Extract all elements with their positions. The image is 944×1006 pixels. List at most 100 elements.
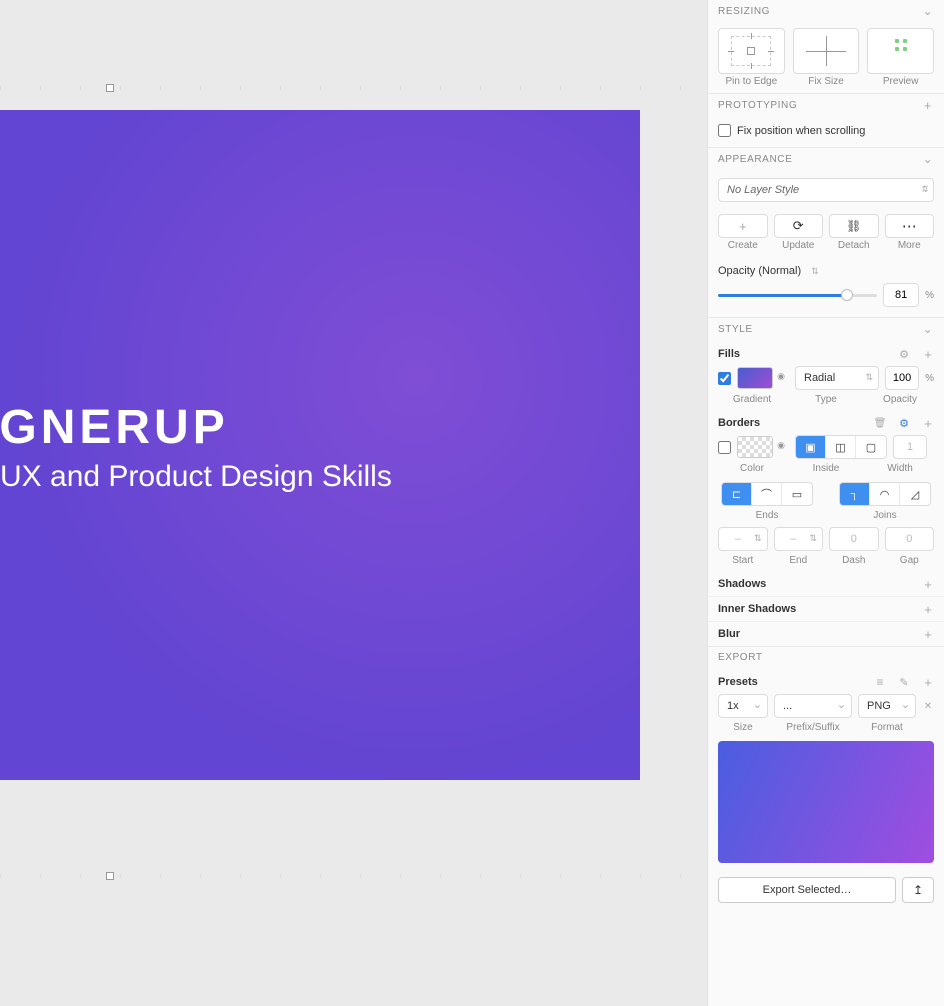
artboard[interactable]: ESIGNERUP UX and Product Design Skills [0,110,640,780]
start-value: – [735,533,741,545]
end-label: End [789,555,807,566]
updown-icon[interactable]: ⇅ [811,266,819,277]
border-position-segmented[interactable] [795,435,887,459]
chevron-down-icon[interactable] [922,5,934,17]
fix-scroll-label: Fix position when scrolling [737,125,865,137]
border-gap-input[interactable] [885,527,935,551]
chevron-down-icon[interactable] [922,323,934,335]
pencil-icon[interactable] [898,676,910,688]
share-button[interactable] [902,877,934,903]
selection-handle[interactable] [106,84,114,92]
plus-icon [737,220,749,232]
remove-preset-icon[interactable] [922,700,934,712]
pin-to-edge-button[interactable] [718,28,785,74]
opacity-slider[interactable] [718,294,877,297]
percent-label: % [925,373,934,384]
selection-handle[interactable] [106,872,114,880]
logo-text: ESIGNERUP [0,400,229,455]
border-width-input[interactable] [893,435,927,459]
section-appearance[interactable]: APPEARANCE [708,147,944,170]
section-title: EXPORT [718,652,763,663]
border-center[interactable] [826,436,856,458]
type-label: Type [815,394,837,405]
section-title: STYLE [718,324,753,335]
gear-icon[interactable] [898,417,910,429]
gradient-label: Gradient [733,394,771,405]
section-prototyping[interactable]: PROTOTYPING [708,93,944,116]
border-end-select[interactable]: – [774,527,824,551]
style-more-button[interactable] [885,214,935,238]
cap-square[interactable] [782,483,812,505]
join-bevel[interactable] [900,483,930,505]
border-outside[interactable] [856,436,886,458]
export-button[interactable]: Export Selected… [718,877,896,903]
section-style[interactable]: STYLE [708,317,944,340]
preview-label: Preview [883,76,919,87]
more-icon [902,217,917,235]
gradient-swatch[interactable]: ◉ [737,367,773,389]
fix-size-icon [806,36,846,66]
borders-heading: Borders [718,417,760,429]
export-prefix-select[interactable]: ... [774,694,852,718]
export-button-label: Export Selected… [763,884,852,896]
section-title: APPEARANCE [718,154,792,165]
sliders-icon[interactable] [874,676,886,688]
add-border-icon[interactable] [922,417,934,429]
slider-thumb[interactable] [841,289,853,301]
add-blur-icon[interactable] [922,628,934,640]
border-color-swatch[interactable]: ◉ [737,436,773,458]
gear-icon[interactable] [898,348,910,360]
border-ends-segmented[interactable] [721,482,813,506]
prefix-label: Prefix/Suffix [786,722,839,733]
format-label: Format [871,722,903,733]
export-preview [718,741,934,863]
fix-size-button[interactable] [793,28,860,74]
add-preset-icon[interactable] [922,676,934,688]
style-create-button[interactable] [718,214,768,238]
fill-type-value: Radial [804,372,835,384]
export-size-select[interactable]: 1x [718,694,768,718]
cap-round[interactable] [752,483,782,505]
join-round[interactable] [870,483,900,505]
resize-preview-button[interactable] [867,28,934,74]
gap-label: Gap [900,555,919,566]
chevron-down-icon[interactable] [922,153,934,165]
style-detach-button[interactable] [829,214,879,238]
prefix-value: ... [783,700,792,712]
style-update-button[interactable] [774,214,824,238]
section-title: RESIZING [718,6,770,17]
add-icon[interactable] [922,99,934,111]
width-label: Width [887,463,913,474]
opacity-input[interactable] [883,283,919,307]
add-inner-shadow-icon[interactable] [922,603,934,615]
fix-scroll-checkbox[interactable] [718,124,731,137]
section-resizing[interactable]: RESIZING [708,0,944,22]
border-start-select[interactable]: – [718,527,768,551]
cap-butt[interactable] [722,483,752,505]
join-miter[interactable] [840,483,870,505]
opacity-mode-label[interactable]: Opacity (Normal) [718,265,801,277]
export-format-select[interactable]: PNG [858,694,916,718]
size-label: Size [733,722,752,733]
border-inside[interactable] [796,436,826,458]
fill-enabled-checkbox[interactable] [718,372,731,385]
section-export[interactable]: EXPORT [708,646,944,668]
create-label: Create [728,240,758,251]
shadows-heading: Shadows [718,578,766,590]
border-dash-input[interactable] [829,527,879,551]
layer-style-select[interactable]: No Layer Style [718,178,934,202]
border-enabled-checkbox[interactable] [718,441,731,454]
detach-label: Detach [838,240,870,251]
pin-label: Pin to Edge [725,76,777,87]
eyedropper-icon[interactable]: ◉ [777,371,785,382]
end-value: – [790,533,796,545]
fixsize-label: Fix Size [808,76,844,87]
add-shadow-icon[interactable] [922,578,934,590]
canvas-area[interactable]: ESIGNERUP UX and Product Design Skills [0,0,707,1006]
eyedropper-icon[interactable]: ◉ [777,440,785,451]
fill-opacity-input[interactable] [885,366,919,390]
fill-type-select[interactable]: Radial [795,366,879,390]
trash-icon[interactable] [874,417,886,429]
add-fill-icon[interactable] [922,348,934,360]
border-joins-segmented[interactable] [839,482,931,506]
